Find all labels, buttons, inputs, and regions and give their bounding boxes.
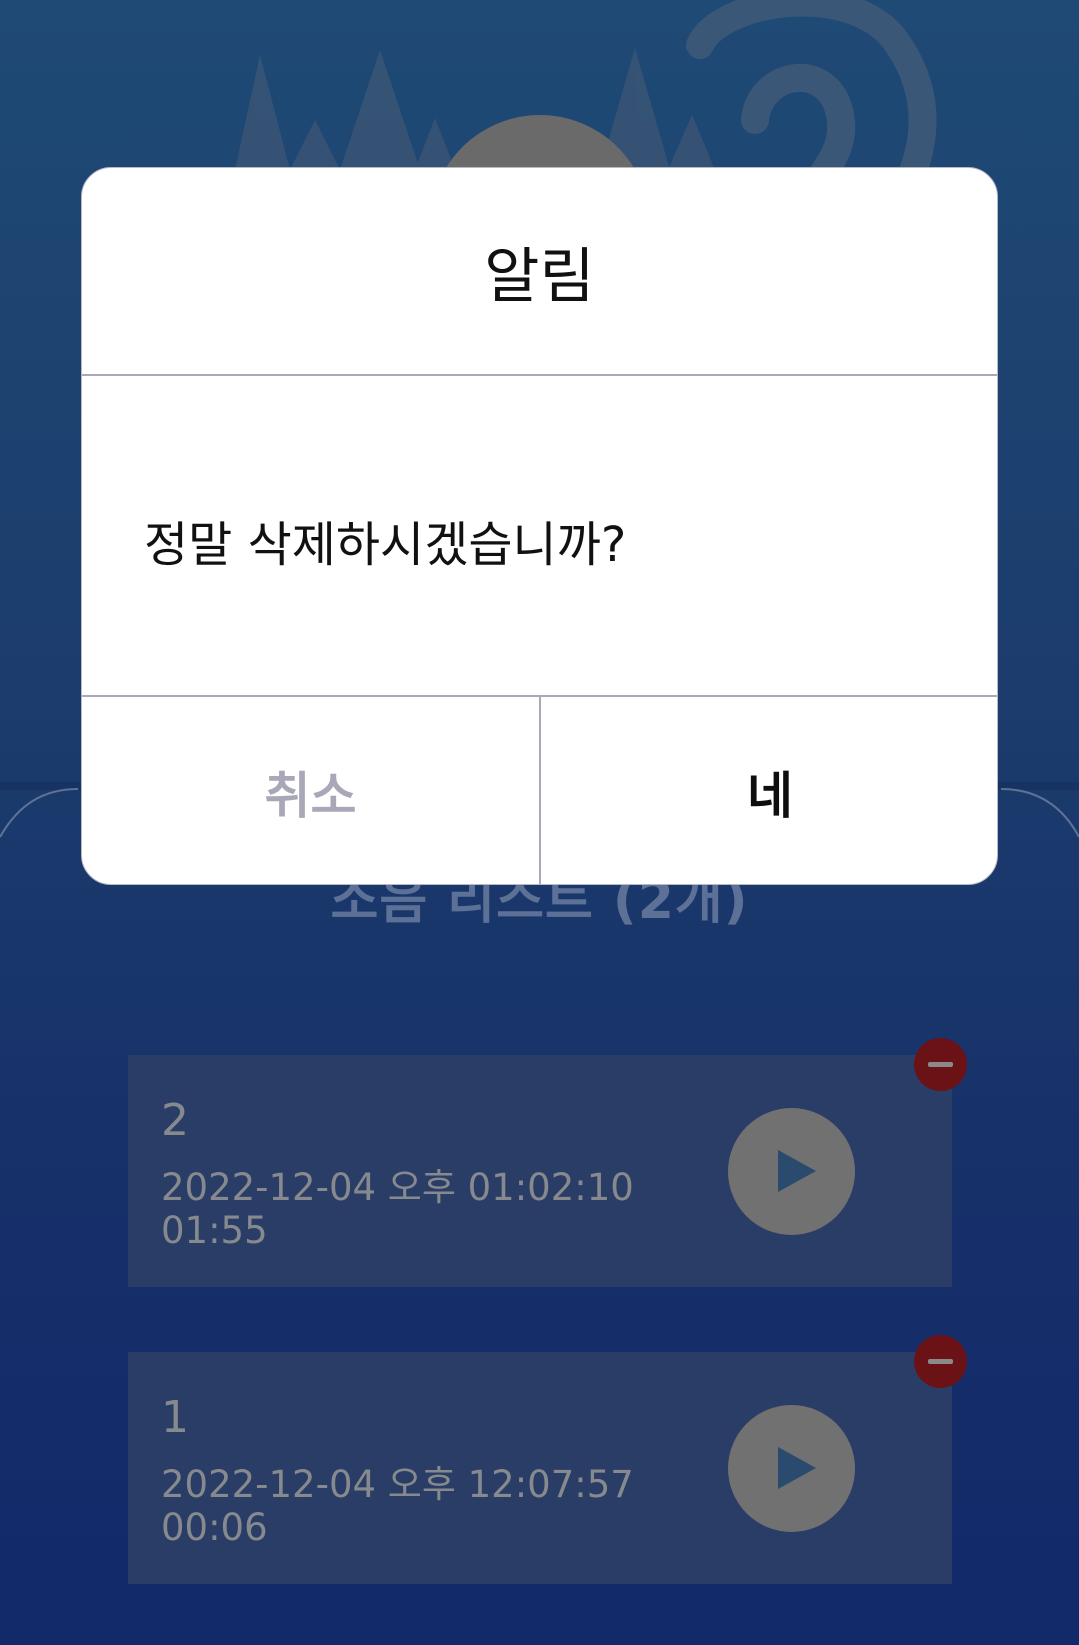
- app-screen: 소음 리스트 (2개) 2 2022-12-04 오후 01:02:10 01:…: [0, 0, 1079, 1645]
- record-name: 2: [161, 1095, 189, 1146]
- list-item[interactable]: 1 2022-12-04 오후 12:07:57 00:06: [128, 1352, 952, 1584]
- play-button[interactable]: [728, 1108, 855, 1235]
- delete-record-button[interactable]: [914, 1038, 967, 1091]
- play-icon: [778, 1150, 816, 1192]
- minus-icon: [928, 1359, 953, 1364]
- dialog-divider: [82, 374, 997, 376]
- confirm-delete-dialog: 알림 정말 삭제하시겠습니까? 취소 네: [81, 167, 998, 885]
- record-duration: 01:55: [161, 1209, 268, 1252]
- record-duration: 00:06: [161, 1506, 268, 1549]
- play-button[interactable]: [728, 1405, 855, 1532]
- record-name: 1: [161, 1392, 189, 1443]
- cancel-button[interactable]: 취소: [82, 697, 539, 884]
- confirm-button[interactable]: 네: [541, 697, 997, 884]
- record-date: 2022-12-04 오후 01:02:10: [161, 1166, 634, 1209]
- play-icon: [778, 1447, 816, 1489]
- record-date: 2022-12-04 오후 12:07:57: [161, 1463, 634, 1506]
- delete-record-button[interactable]: [914, 1335, 967, 1388]
- minus-icon: [928, 1062, 953, 1067]
- dialog-message: 정말 삭제하시겠습니까?: [144, 517, 627, 573]
- dialog-title: 알림: [484, 241, 595, 312]
- list-item[interactable]: 2 2022-12-04 오후 01:02:10 01:55: [128, 1055, 952, 1287]
